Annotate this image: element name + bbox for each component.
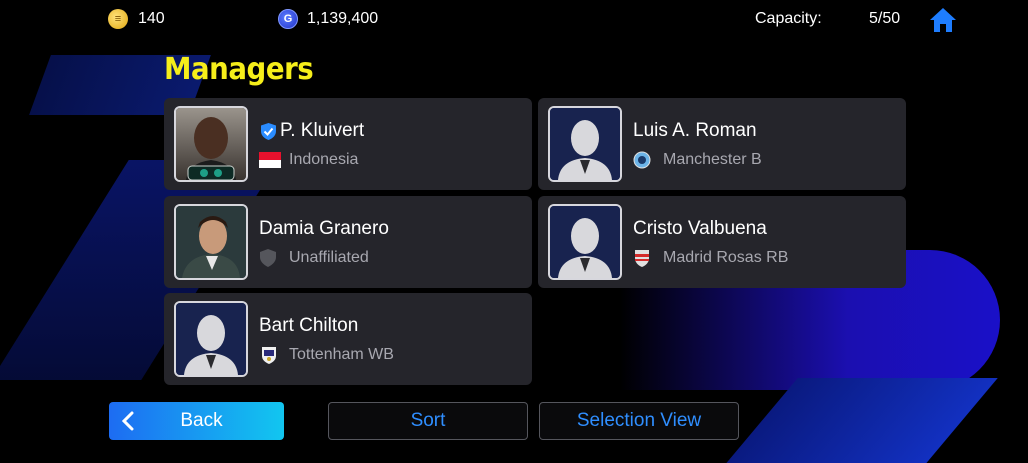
manager-portrait — [174, 106, 248, 182]
verified-badge-icon — [260, 122, 277, 141]
madrid-rosas-crest-icon — [633, 249, 655, 267]
selection-view-button-label: Selection View — [576, 410, 702, 431]
manager-portrait — [174, 204, 248, 280]
manager-name: Bart Chilton — [259, 315, 359, 336]
back-button[interactable]: Back — [109, 402, 284, 440]
manager-club: Madrid Rosas RB — [663, 249, 789, 266]
manager-club: Indonesia — [289, 151, 359, 168]
manager-name: P. Kluivert — [280, 120, 365, 141]
manager-portrait — [548, 204, 622, 280]
manager-name: Cristo Valbuena — [633, 218, 767, 239]
capacity-label: Capacity: — [755, 10, 822, 27]
manager-club: Tottenham WB — [289, 346, 394, 363]
unaffiliated-shield-icon — [259, 249, 281, 267]
home-icon[interactable] — [928, 6, 958, 34]
page-title: Managers — [164, 52, 314, 87]
back-button-label: Back — [180, 410, 223, 431]
manager-name: Luis A. Roman — [633, 120, 757, 141]
manager-card[interactable]: Luis A. Roman Manchester B — [538, 98, 906, 190]
manager-club: Manchester B — [663, 151, 762, 168]
manager-card[interactable]: Damia Granero Unaffiliated — [164, 196, 532, 288]
tottenham-wb-crest-icon — [259, 346, 281, 364]
selection-view-button[interactable]: Selection View — [539, 402, 739, 440]
chevron-left-icon — [121, 411, 134, 431]
manager-card[interactable]: P. Kluivert Indonesia — [164, 98, 532, 190]
manager-card[interactable]: Bart Chilton Tottenham WB — [164, 293, 532, 385]
background-stripe — [722, 378, 998, 463]
manchester-b-crest-icon — [633, 151, 655, 169]
ecoin-balance: 140 — [138, 10, 165, 27]
manager-portrait — [174, 301, 248, 377]
gp-balance: 1,139,400 — [307, 10, 379, 27]
capacity-value: 5/50 — [869, 10, 901, 27]
ecoin-icon: ≡ — [108, 9, 128, 29]
sort-button-label: Sort — [410, 410, 446, 431]
top-bar: ≡ 140 G 1,139,400 Capacity: 5/50 — [0, 0, 1028, 40]
indonesia-flag-icon — [259, 151, 281, 169]
gp-icon: G — [278, 9, 298, 29]
sort-button[interactable]: Sort — [328, 402, 528, 440]
manager-card[interactable]: Cristo Valbuena Madrid Rosas RB — [538, 196, 906, 288]
manager-name: Damia Granero — [259, 218, 389, 239]
manager-club: Unaffiliated — [289, 249, 369, 266]
manager-portrait — [548, 106, 622, 182]
